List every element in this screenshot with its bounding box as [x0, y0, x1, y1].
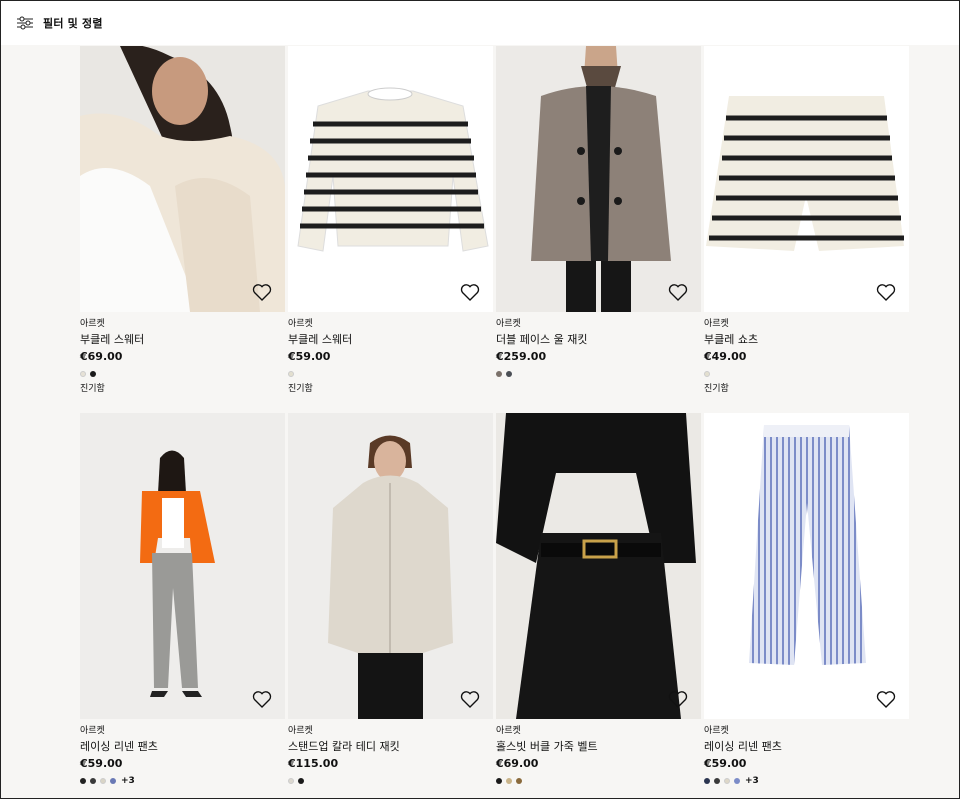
color-swatch[interactable] [724, 778, 730, 784]
color-swatch[interactable] [80, 778, 86, 784]
product-brand: 아르켓 [704, 319, 729, 329]
product-price: €59.00 [704, 757, 747, 770]
color-swatches [704, 370, 909, 378]
more-colors-count[interactable]: +3 [121, 776, 135, 786]
product-brand: 아르켓 [496, 319, 521, 329]
top-bar: 필터 및 정렬 [1, 1, 959, 45]
heart-icon[interactable] [668, 690, 688, 709]
filter-sort-button[interactable]: 필터 및 정렬 [17, 15, 103, 31]
product-tag: 진기함 [288, 384, 313, 394]
color-swatch[interactable] [714, 778, 720, 784]
heart-icon[interactable] [668, 283, 688, 302]
color-swatches [80, 370, 285, 378]
color-swatch[interactable] [704, 778, 710, 784]
color-swatch[interactable] [496, 371, 502, 377]
product-name[interactable]: 더블 페이스 울 재킷 [496, 333, 701, 347]
product-card[interactable]: 아르켓 부클레 쇼츠 €49.00 진기함 [704, 46, 909, 395]
product-price: €69.00 [80, 350, 123, 363]
product-card[interactable]: 아르켓 부클레 스웨터 €59.00 진기함 [288, 46, 493, 395]
heart-icon[interactable] [460, 283, 480, 302]
product-tag: 진기함 [80, 384, 105, 394]
product-price: €59.00 [80, 757, 123, 770]
product-name[interactable]: 홀스빗 버클 가죽 벨트 [496, 740, 701, 754]
product-name[interactable]: 부클레 스웨터 [80, 333, 285, 347]
product-grid: 아르켓 부클레 스웨터 €69.00 진기함 아르켓 부클레 스웨터 €59.0… [80, 46, 909, 786]
product-image[interactable] [288, 413, 493, 719]
filter-sort-label: 필터 및 정렬 [43, 17, 103, 30]
product-name[interactable]: 부클레 쇼츠 [704, 333, 909, 347]
color-swatches: +3 [704, 776, 909, 786]
product-brand: 아르켓 [288, 319, 313, 329]
color-swatches [496, 370, 701, 378]
product-card[interactable]: 아르켓 스탠드업 칼라 테디 재킷 €115.00 [288, 413, 493, 785]
product-card[interactable]: 아르켓 홀스빗 버클 가죽 벨트 €69.00 [496, 413, 701, 785]
product-card[interactable]: 아르켓 부클레 스웨터 €69.00 진기함 [80, 46, 285, 395]
color-swatches: +3 [80, 776, 285, 786]
product-name[interactable]: 스탠드업 칼라 테디 재킷 [288, 740, 493, 754]
color-swatch[interactable] [288, 778, 294, 784]
color-swatches [288, 777, 493, 785]
product-name[interactable]: 부클레 스웨터 [288, 333, 493, 347]
product-image[interactable] [288, 46, 493, 312]
color-swatch[interactable] [506, 371, 512, 377]
color-swatch[interactable] [734, 778, 740, 784]
heart-icon[interactable] [252, 283, 272, 302]
product-brand: 아르켓 [704, 726, 729, 736]
product-image[interactable] [496, 46, 701, 312]
color-swatch[interactable] [288, 371, 294, 377]
product-image[interactable] [496, 413, 701, 719]
color-swatches [496, 777, 701, 785]
product-tag: 진기함 [704, 384, 729, 394]
color-swatch[interactable] [496, 778, 502, 784]
product-card[interactable]: 아르켓 레이싱 리넨 팬츠 €59.00 +3 [80, 413, 285, 786]
heart-icon[interactable] [460, 690, 480, 709]
color-swatch[interactable] [298, 778, 304, 784]
product-image[interactable] [80, 413, 285, 719]
sliders-icon [17, 16, 33, 30]
product-brand: 아르켓 [80, 726, 105, 736]
color-swatch[interactable] [90, 371, 96, 377]
heart-icon[interactable] [876, 690, 896, 709]
product-name[interactable]: 레이싱 리넨 팬츠 [704, 740, 909, 754]
product-card[interactable]: 아르켓 레이싱 리넨 팬츠 €59.00 +3 [704, 413, 909, 786]
product-brand: 아르켓 [496, 726, 521, 736]
color-swatches [288, 370, 493, 378]
color-swatch[interactable] [90, 778, 96, 784]
color-swatch[interactable] [100, 778, 106, 784]
product-brand: 아르켓 [80, 319, 105, 329]
color-swatch[interactable] [704, 371, 710, 377]
color-swatch[interactable] [506, 778, 512, 784]
product-brand: 아르켓 [288, 726, 313, 736]
color-swatch[interactable] [110, 778, 116, 784]
more-colors-count[interactable]: +3 [745, 776, 759, 786]
product-price: €259.00 [496, 350, 547, 363]
product-price: €69.00 [496, 757, 539, 770]
product-image[interactable] [80, 46, 285, 312]
product-image[interactable] [704, 46, 909, 312]
product-price: €115.00 [288, 757, 339, 770]
product-name[interactable]: 레이싱 리넨 팬츠 [80, 740, 285, 754]
heart-icon[interactable] [876, 283, 896, 302]
product-image[interactable] [704, 413, 909, 719]
product-price: €49.00 [704, 350, 747, 363]
color-swatch[interactable] [80, 371, 86, 377]
color-swatch[interactable] [516, 778, 522, 784]
heart-icon[interactable] [252, 690, 272, 709]
product-card[interactable]: 아르켓 더블 페이스 울 재킷 €259.00 [496, 46, 701, 395]
product-price: €59.00 [288, 350, 331, 363]
